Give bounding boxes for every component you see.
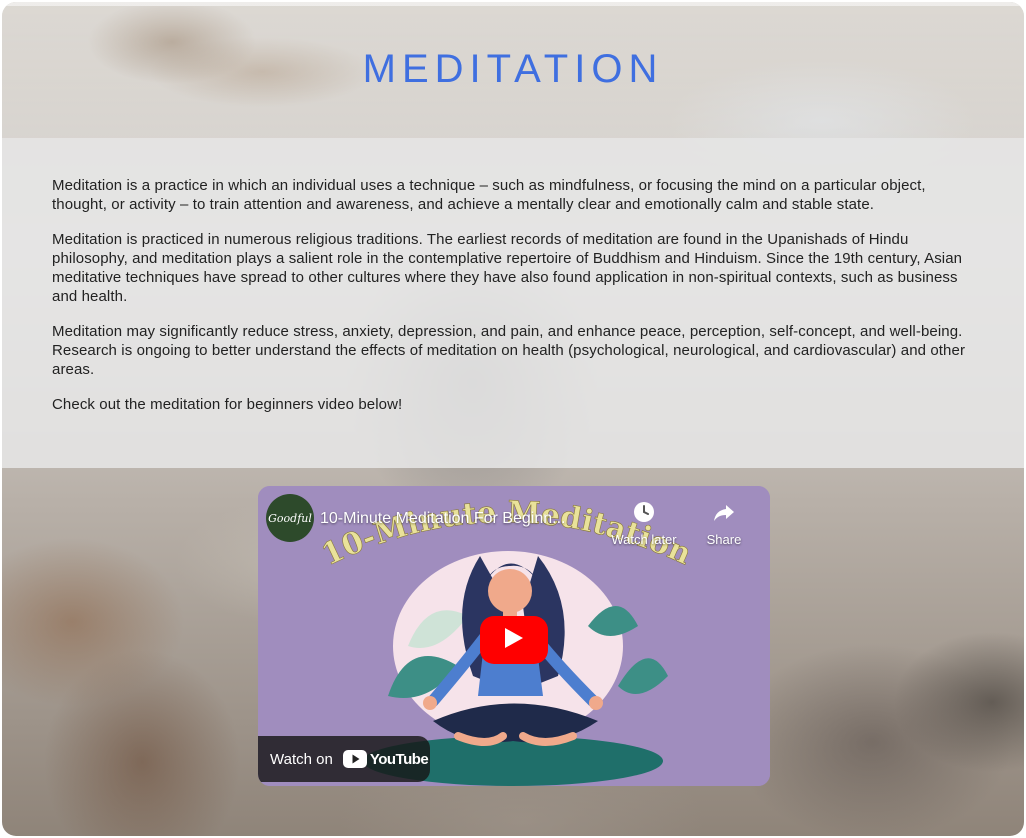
clock-icon [632,500,656,524]
video-title-link[interactable]: 10-Minute Meditation For Beginn... [320,510,600,528]
watch-on-label: Watch on [270,750,333,768]
play-button[interactable] [480,616,548,664]
play-icon [503,626,525,654]
content-panel: Meditation is a practice in which an ind… [2,138,1024,468]
watch-later-label: Watch later [611,532,677,547]
share-button[interactable]: Share [688,500,760,547]
paragraph-definition: Meditation is a practice in which an ind… [52,177,926,213]
youtube-wordmark: YouTube [369,750,429,768]
paragraph-history: Meditation is practiced in numerous reli… [52,231,963,305]
watch-on-youtube-button[interactable]: Watch on YouTube [258,736,430,782]
channel-name: Goodful [268,511,312,525]
share-icon [712,500,736,524]
share-label: Share [706,532,742,547]
channel-avatar[interactable]: Goodful [266,494,314,542]
paragraph-video-callout: Check out the meditation for beginners v… [52,396,403,413]
youtube-video-embed[interactable]: 10-Minute Meditation Goodful 10-Minute M… [258,486,770,786]
watch-later-button[interactable]: Watch later [608,500,680,547]
youtube-logo: YouTube [342,750,429,768]
paragraph-benefits: Meditation may significantly reduce stre… [52,323,966,378]
hero-header: MEDITATION [2,2,1024,138]
page-background: MEDITATION Meditation is a practice in w… [2,2,1024,836]
page-title: MEDITATION [362,46,664,91]
youtube-play-icon [342,750,367,768]
